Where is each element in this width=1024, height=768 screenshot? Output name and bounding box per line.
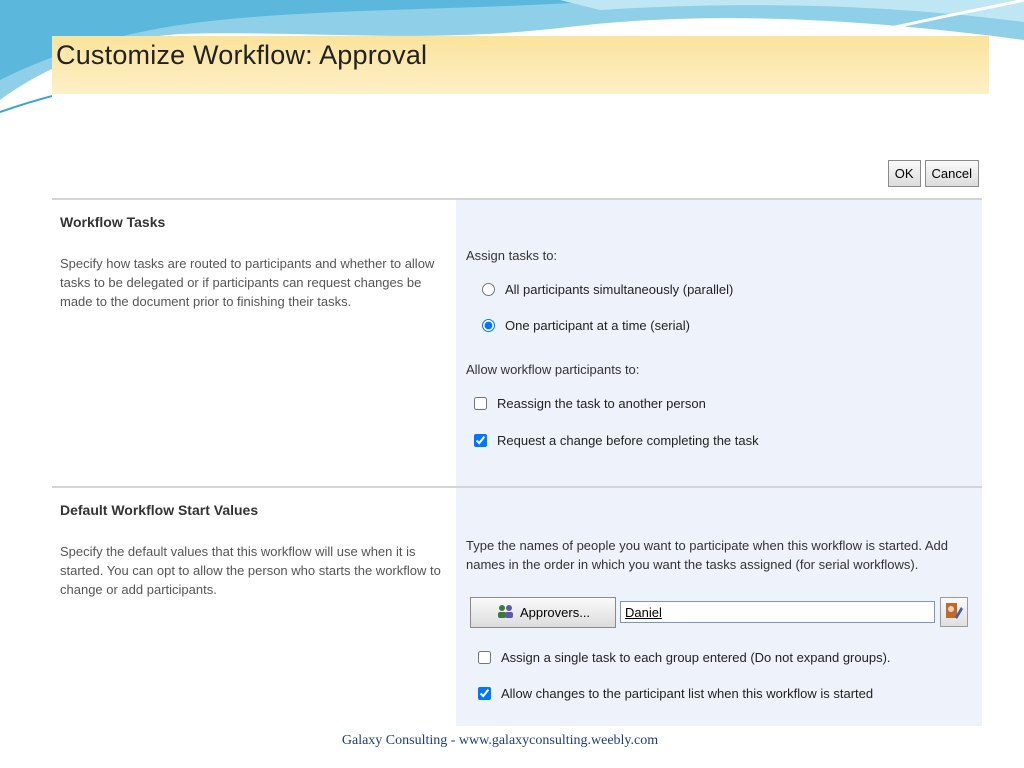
allow-changes-checkbox[interactable] — [478, 687, 491, 700]
start-values-settings: Type the names of people you want to par… — [456, 488, 982, 726]
workflow-tasks-info: Workflow Tasks Specify how tasks are rou… — [52, 200, 456, 486]
reassign-option[interactable]: Reassign the task to another person — [474, 396, 706, 411]
people-icon — [496, 603, 516, 622]
single-task-option-label: Assign a single task to each group enter… — [501, 650, 891, 665]
single-task-option[interactable]: Assign a single task to each group enter… — [478, 650, 891, 665]
approvers-button-label: Approvers... — [519, 605, 591, 620]
request-change-checkbox[interactable] — [474, 434, 487, 447]
start-values-info: Default Workflow Start Values Specify th… — [52, 488, 456, 726]
allow-changes-option[interactable]: Allow changes to the participant list wh… — [478, 686, 873, 701]
workflow-tasks-settings: Assign tasks to: All participants simult… — [456, 200, 982, 486]
request-change-option-label: Request a change before completing the t… — [497, 433, 759, 448]
reassign-option-label: Reassign the task to another person — [497, 396, 706, 411]
assign-tasks-label: Assign tasks to: — [466, 248, 558, 263]
ok-button[interactable]: OK — [887, 160, 921, 187]
parallel-option[interactable]: All participants simultaneously (paralle… — [482, 282, 733, 297]
parallel-radio[interactable] — [482, 283, 495, 296]
start-values-title: Default Workflow Start Values — [60, 502, 259, 518]
workflow-tasks-section: Workflow Tasks Specify how tasks are rou… — [52, 198, 982, 486]
request-change-option[interactable]: Request a change before completing the t… — [474, 433, 759, 448]
toolbar: OK Cancel — [887, 160, 979, 187]
participants-prompt: Type the names of people you want to par… — [466, 538, 948, 572]
serial-option-label: One participant at a time (serial) — [505, 318, 690, 333]
workflow-tasks-description: Specify how tasks are routed to particip… — [60, 256, 435, 309]
page-title: Customize Workflow: Approval — [56, 40, 428, 70]
workflow-tasks-title: Workflow Tasks — [60, 214, 166, 230]
workflow-form-frame: Customize Workflow: Approval OK Cancel W… — [52, 36, 989, 726]
parallel-option-label: All participants simultaneously (paralle… — [505, 282, 734, 297]
reassign-checkbox[interactable] — [474, 397, 487, 410]
address-book-button[interactable] — [940, 597, 968, 627]
start-values-description: Specify the default values that this wor… — [60, 544, 441, 597]
allow-changes-option-label: Allow changes to the participant list wh… — [501, 686, 874, 701]
allow-participants-label: Allow workflow participants to: — [466, 362, 640, 377]
address-book-icon — [944, 601, 964, 624]
page-header: Customize Workflow: Approval — [52, 36, 989, 94]
single-task-checkbox[interactable] — [478, 651, 491, 664]
approvers-button[interactable]: Approvers... — [470, 597, 616, 628]
approvers-input[interactable] — [620, 601, 935, 623]
cancel-button[interactable]: Cancel — [924, 160, 979, 187]
serial-option[interactable]: One participant at a time (serial) — [482, 318, 690, 333]
serial-radio[interactable] — [482, 319, 495, 332]
footer-credit: Galaxy Consulting - www.galaxyconsulting… — [341, 733, 659, 748]
start-values-section: Default Workflow Start Values Specify th… — [52, 486, 982, 726]
